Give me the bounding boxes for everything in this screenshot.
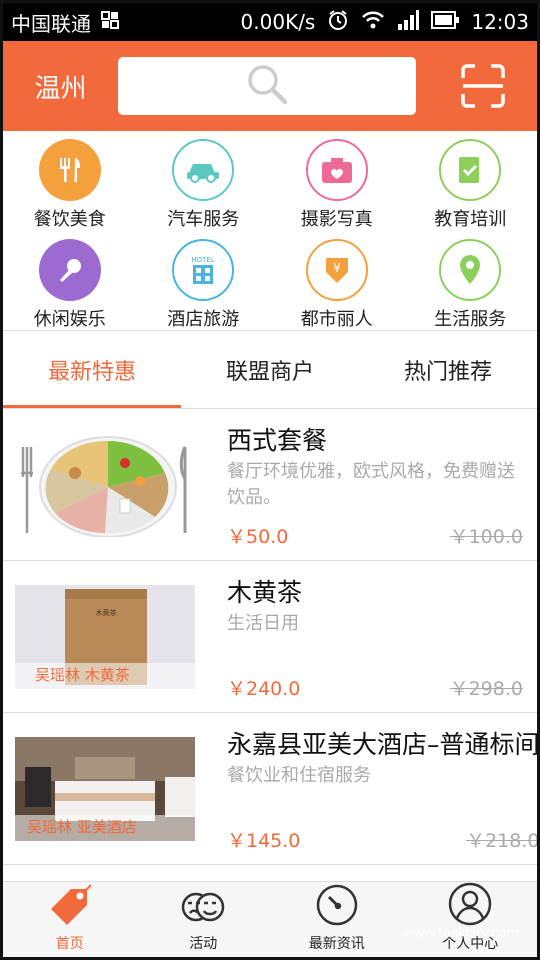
hotel-icon: HOTEL [172,239,235,301]
scan-icon [461,64,505,112]
category-item-beauty[interactable]: ¥ 都市丽人 [270,231,404,331]
car-icon [172,139,235,201]
deal-title: 木黄茶 [227,577,303,607]
category-item-food[interactable]: 餐饮美食 [3,131,137,231]
deal-title: 西式套餐 [227,425,328,455]
thumb-caption: 吴瑶林 亚美酒店 [27,817,137,836]
signal-icon [397,9,420,35]
network-speed: 0.00K/s [240,10,316,34]
status-bar: 中国联通 0.00K/s 12:03 [3,3,537,41]
carrier-label: 中国联通 [11,11,91,36]
clock-time: 12:03 [471,10,529,34]
top-header: 温州 [3,41,537,131]
category-item-hotel[interactable]: HOTEL 酒店旅游 [137,231,271,331]
original-price: ￥100.0 [449,525,523,548]
category-item-life[interactable]: 生活服务 [404,231,538,331]
category-label: 汽车服务 [167,209,240,230]
category-label: 生活服务 [434,309,507,330]
category-label: 都市丽人 [300,309,373,330]
battery-icon [431,10,460,34]
original-price: ￥218.0 [466,829,537,852]
deal-description: 生活日用 [227,612,299,634]
svg-text:HOTEL: HOTEL [192,256,215,264]
nav-latest-news[interactable]: 最新资讯 [270,882,404,957]
list-item[interactable]: 木黄茶 吴瑶林 木黄茶 木黄茶 生活日用 ￥240.0 ￥298.0 [3,561,537,713]
deal-info: 西式套餐 餐厅环境优雅，欧式风格，免费赠送饮品。 ￥50.0 ￥100.0 [195,425,537,548]
list-item[interactable]: 吴瑶林 亚美酒店 永嘉县亚美大酒店–普通标间 餐饮业和住宿服务 ￥145.0 ￥… [3,713,537,865]
nav-label: 首页 [55,936,84,952]
nav-home[interactable]: 首页 [3,882,137,957]
camera-icon [305,139,368,201]
nav-profile[interactable]: 个人中心 [404,882,538,957]
price-row: ￥240.0 ￥298.0 [227,674,523,701]
tag-icon [47,883,93,931]
city-selector[interactable]: 温州 [3,68,118,105]
sale-price: ￥145.0 [227,829,301,852]
search-input[interactable] [118,57,416,115]
food-plate-image [15,432,195,537]
nav-activities[interactable]: 活动 [137,882,271,957]
price-row: ￥50.0 ￥100.0 [227,522,523,549]
search-icon [244,61,290,111]
fork-knife-icon [38,139,101,201]
scan-button[interactable] [461,64,505,108]
category-label: 休闲娱乐 [33,309,106,330]
category-label: 摄影写真 [300,209,373,230]
masks-icon [180,887,226,931]
user-icon [447,881,493,931]
yen-tag-icon: ¥ [305,239,368,301]
microphone-icon [38,239,101,301]
alarm-icon [327,9,349,36]
category-item-photo[interactable]: 摄影写真 [270,131,404,231]
hotel-room-image: 吴瑶林 亚美酒店 [15,736,195,841]
watermark-text: www.taskcity.com [403,926,519,941]
app-screen: 中国联通 0.00K/s 12:03 温州 餐饮美食 汽车服务 摄影写真 教育培… [0,0,540,960]
category-label: 餐饮美食 [33,209,106,230]
deal-title: 永嘉县亚美大酒店–普通标间 [227,729,537,759]
book-check-icon [439,139,502,201]
tab-bar: 最新特惠 联盟商户 热门推荐 [3,331,537,409]
list-item[interactable]: 西式套餐 餐厅环境优雅，欧式风格，免费赠送饮品。 ￥50.0 ￥100.0 [3,409,537,561]
data-usage-icon [101,10,119,34]
tab-alliance-merchants[interactable]: 联盟商户 [181,331,359,408]
gauge-icon [315,883,359,931]
category-item-car[interactable]: 汽车服务 [137,131,271,231]
thumb-caption: 吴瑶林 木黄茶 [35,665,130,684]
deal-description: 餐厅环境优雅，欧式风格，免费赠送饮品。 [227,460,515,508]
svg-text:木黄茶: 木黄茶 [96,608,117,617]
category-grid: 餐饮美食 汽车服务 摄影写真 教育培训 休闲娱乐 HOTEL 酒店旅游 ¥ 都市… [3,131,537,331]
deal-list: 西式套餐 餐厅环境优雅，欧式风格，免费赠送饮品。 ￥50.0 ￥100.0 木黄… [3,409,537,881]
price-row: ￥145.0 ￥218.0 [227,826,537,853]
tab-latest-deals[interactable]: 最新特惠 [3,331,181,408]
sale-price: ￥50.0 [227,525,289,548]
nav-label: 最新资讯 [308,936,365,952]
deal-description: 餐饮业和住宿服务 [227,764,371,786]
tab-hot-recommend[interactable]: 热门推荐 [359,331,537,408]
bottom-nav: 首页 活动 最新资讯 个人中心 www.taskcity.com [3,881,537,957]
deal-info: 永嘉县亚美大酒店–普通标间 餐饮业和住宿服务 ￥145.0 ￥218.0 [195,729,537,852]
location-pin-icon [439,239,502,301]
category-label: 酒店旅游 [167,309,240,330]
tea-bag-image: 木黄茶 吴瑶林 木黄茶 [15,584,195,689]
nav-label: 活动 [189,936,218,952]
sale-price: ￥240.0 [227,677,301,700]
category-item-leisure[interactable]: 休闲娱乐 [3,231,137,331]
svg-text:¥: ¥ [333,261,341,275]
wifi-icon [361,10,385,35]
deal-info: 木黄茶 生活日用 ￥240.0 ￥298.0 [195,577,537,700]
category-item-education[interactable]: 教育培训 [404,131,538,231]
category-label: 教育培训 [434,209,507,230]
original-price: ￥298.0 [449,677,523,700]
